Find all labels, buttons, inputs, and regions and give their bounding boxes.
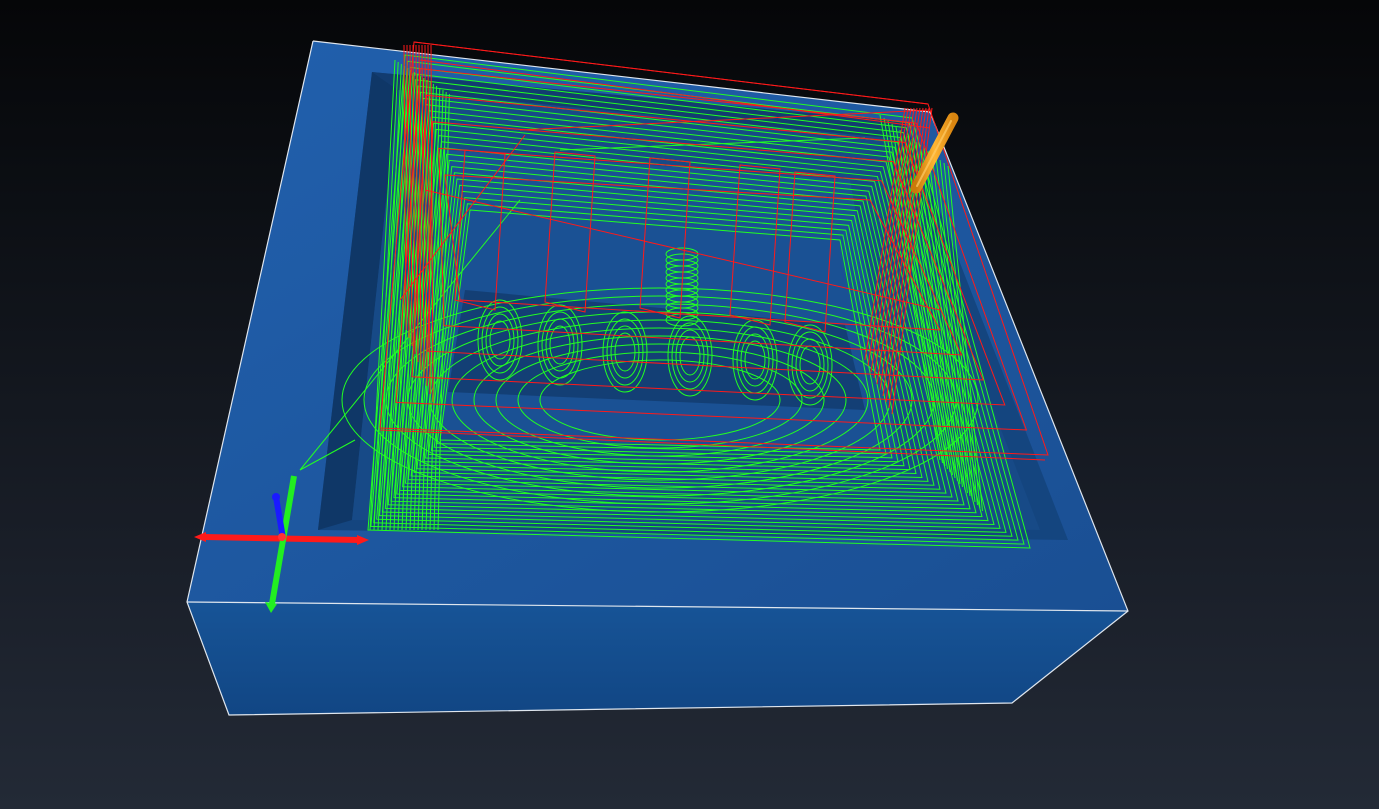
axis-origin	[278, 533, 286, 541]
axis-z-tip	[272, 493, 280, 501]
3d-viewport[interactable]	[0, 0, 1379, 809]
viewport-canvas[interactable]	[0, 0, 1379, 809]
stock-front-face	[187, 602, 1128, 715]
axis-x-arrow-left	[194, 532, 206, 542]
